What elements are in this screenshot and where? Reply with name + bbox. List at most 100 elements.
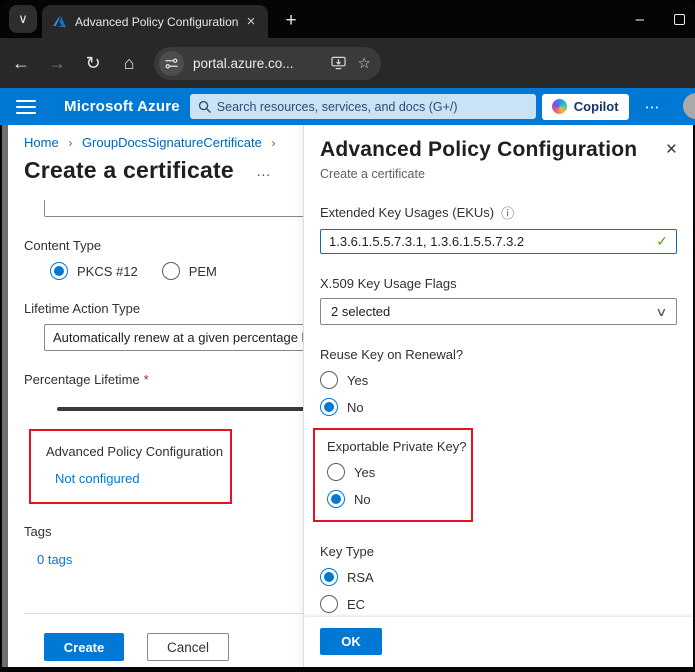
radio-exportable-yes[interactable]: Yes	[327, 463, 471, 481]
partial-text-field[interactable]	[44, 200, 305, 217]
advanced-policy-highlight-box: Advanced Policy Configuration Not config…	[29, 429, 232, 504]
percentage-lifetime-slider[interactable]	[57, 407, 305, 411]
tab-title: Advanced Policy Configuration	[75, 15, 242, 29]
radio-label: No	[347, 400, 364, 415]
valid-check-icon: ✓	[656, 233, 668, 250]
hamburger-menu-icon[interactable]	[16, 100, 36, 114]
tags-link[interactable]: 0 tags	[37, 552, 72, 567]
lifetime-action-select[interactable]: Automatically renew at a given percentag…	[44, 324, 305, 351]
azure-logo-icon	[52, 14, 67, 29]
tags-label: Tags	[24, 524, 305, 539]
advanced-policy-label: Advanced Policy Configuration	[46, 444, 230, 459]
maximize-button[interactable]	[674, 14, 685, 25]
exportable-key-highlight-box: Exportable Private Key? Yes No	[313, 428, 473, 522]
radio-reuse-no[interactable]: No	[320, 398, 677, 416]
search-input[interactable]	[217, 100, 528, 114]
azure-search-box[interactable]	[190, 94, 536, 119]
forward-button[interactable]: →	[42, 53, 72, 74]
bookmark-star-icon[interactable]: ☆	[358, 54, 371, 72]
breadcrumb-home[interactable]: Home	[24, 135, 59, 150]
plus-icon: +	[285, 10, 296, 32]
breadcrumb-separator: ›	[68, 136, 72, 150]
info-icon[interactable]: ⓘ	[501, 203, 514, 222]
panel-title: Advanced Policy Configuration	[320, 138, 666, 162]
radio-icon	[320, 568, 338, 586]
radio-label: PKCS #12	[77, 264, 138, 279]
reuse-key-label: Reuse Key on Renewal?	[320, 347, 677, 362]
radio-label: No	[354, 492, 371, 507]
page-more-icon[interactable]: …	[256, 163, 271, 180]
eku-input[interactable]	[329, 234, 656, 249]
ok-button[interactable]: OK	[320, 628, 382, 655]
divider	[24, 613, 305, 614]
radio-pkcs12[interactable]: PKCS #12	[50, 262, 138, 280]
new-tab-button[interactable]: +	[278, 8, 304, 34]
radio-icon	[320, 398, 338, 416]
site-settings-icon[interactable]	[159, 51, 184, 76]
breadcrumb-separator: ›	[271, 136, 275, 150]
close-icon[interactable]: ×	[666, 140, 677, 159]
home-button[interactable]: ⌂	[114, 53, 144, 74]
chevron-down-icon: ∨	[655, 305, 667, 319]
not-configured-link[interactable]: Not configured	[55, 471, 140, 486]
radio-icon	[50, 262, 68, 280]
url-text[interactable]: portal.azure.co...	[193, 56, 319, 71]
radio-reuse-yes[interactable]: Yes	[320, 371, 677, 389]
create-certificate-page: Home › GroupDocsSignatureCertificate › C…	[8, 125, 305, 667]
copilot-logo-icon	[552, 99, 567, 114]
radio-label: PEM	[189, 264, 217, 279]
radio-icon	[162, 262, 180, 280]
key-usage-label: X.509 Key Usage Flags	[320, 276, 677, 291]
radio-icon	[327, 490, 345, 508]
copilot-button[interactable]: Copilot	[542, 94, 629, 120]
eku-input-wrap: ✓	[320, 229, 677, 254]
key-usage-value: 2 selected	[331, 304, 390, 319]
more-options-icon[interactable]: ⋯	[645, 98, 662, 116]
breadcrumb-certificate[interactable]: GroupDocsSignatureCertificate	[82, 135, 262, 150]
window-controls: –	[636, 0, 685, 38]
back-button[interactable]: ←	[6, 53, 36, 74]
radio-exportable-no[interactable]: No	[327, 490, 471, 508]
tab-search-button[interactable]: ∨	[9, 5, 37, 33]
create-button[interactable]: Create	[44, 633, 124, 661]
percentage-lifetime-label: Percentage Lifetime*	[24, 372, 305, 387]
required-asterisk: *	[144, 372, 149, 387]
radio-label: Yes	[354, 465, 375, 480]
reload-button[interactable]: ↻	[78, 53, 108, 74]
copilot-label: Copilot	[574, 99, 619, 114]
browser-tab-bar: ∨ Advanced Policy Configuration × + –	[0, 0, 695, 38]
azure-brand[interactable]: Microsoft Azure	[64, 98, 180, 115]
address-bar[interactable]: portal.azure.co... ☆	[154, 47, 381, 80]
azure-header: Microsoft Azure Copilot ⋯	[0, 88, 695, 125]
radio-label: Yes	[347, 373, 368, 388]
radio-icon	[320, 371, 338, 389]
breadcrumb: Home › GroupDocsSignatureCertificate ›	[24, 135, 305, 150]
browser-tab[interactable]: Advanced Policy Configuration ×	[42, 5, 268, 38]
eku-label: Extended Key Usages (EKUs)	[320, 205, 494, 220]
key-type-label: Key Type	[320, 544, 677, 559]
tab-close-icon[interactable]: ×	[242, 13, 260, 30]
content-type-label: Content Type	[24, 238, 305, 253]
page-title: Create a certificate	[24, 157, 234, 184]
key-usage-select[interactable]: 2 selected ∨	[320, 298, 677, 325]
cancel-button[interactable]: Cancel	[147, 633, 229, 661]
send-to-device-icon[interactable]	[331, 56, 346, 70]
exportable-key-label: Exportable Private Key?	[327, 439, 471, 454]
lifetime-action-label: Lifetime Action Type	[24, 301, 305, 316]
minimize-button[interactable]: –	[636, 12, 644, 27]
page-content: Home › GroupDocsSignatureCertificate › C…	[2, 125, 693, 667]
radio-icon	[327, 463, 345, 481]
radio-label: RSA	[347, 570, 374, 585]
search-icon	[198, 100, 211, 113]
panel-footer: OK	[304, 617, 693, 667]
panel-subtitle: Create a certificate	[320, 167, 677, 181]
browser-window: ∨ Advanced Policy Configuration × + – ← …	[0, 0, 695, 672]
radio-key-type-rsa[interactable]: RSA	[320, 568, 677, 586]
radio-pem[interactable]: PEM	[162, 262, 217, 280]
radio-key-type-ec[interactable]: EC	[320, 595, 677, 613]
browser-toolbar: ← → ↻ ⌂ portal.azure.co... ☆	[0, 38, 695, 88]
radio-label: EC	[347, 597, 365, 612]
radio-icon	[320, 595, 338, 613]
chevron-down-icon: ∨	[18, 11, 28, 27]
avatar[interactable]	[683, 93, 695, 119]
